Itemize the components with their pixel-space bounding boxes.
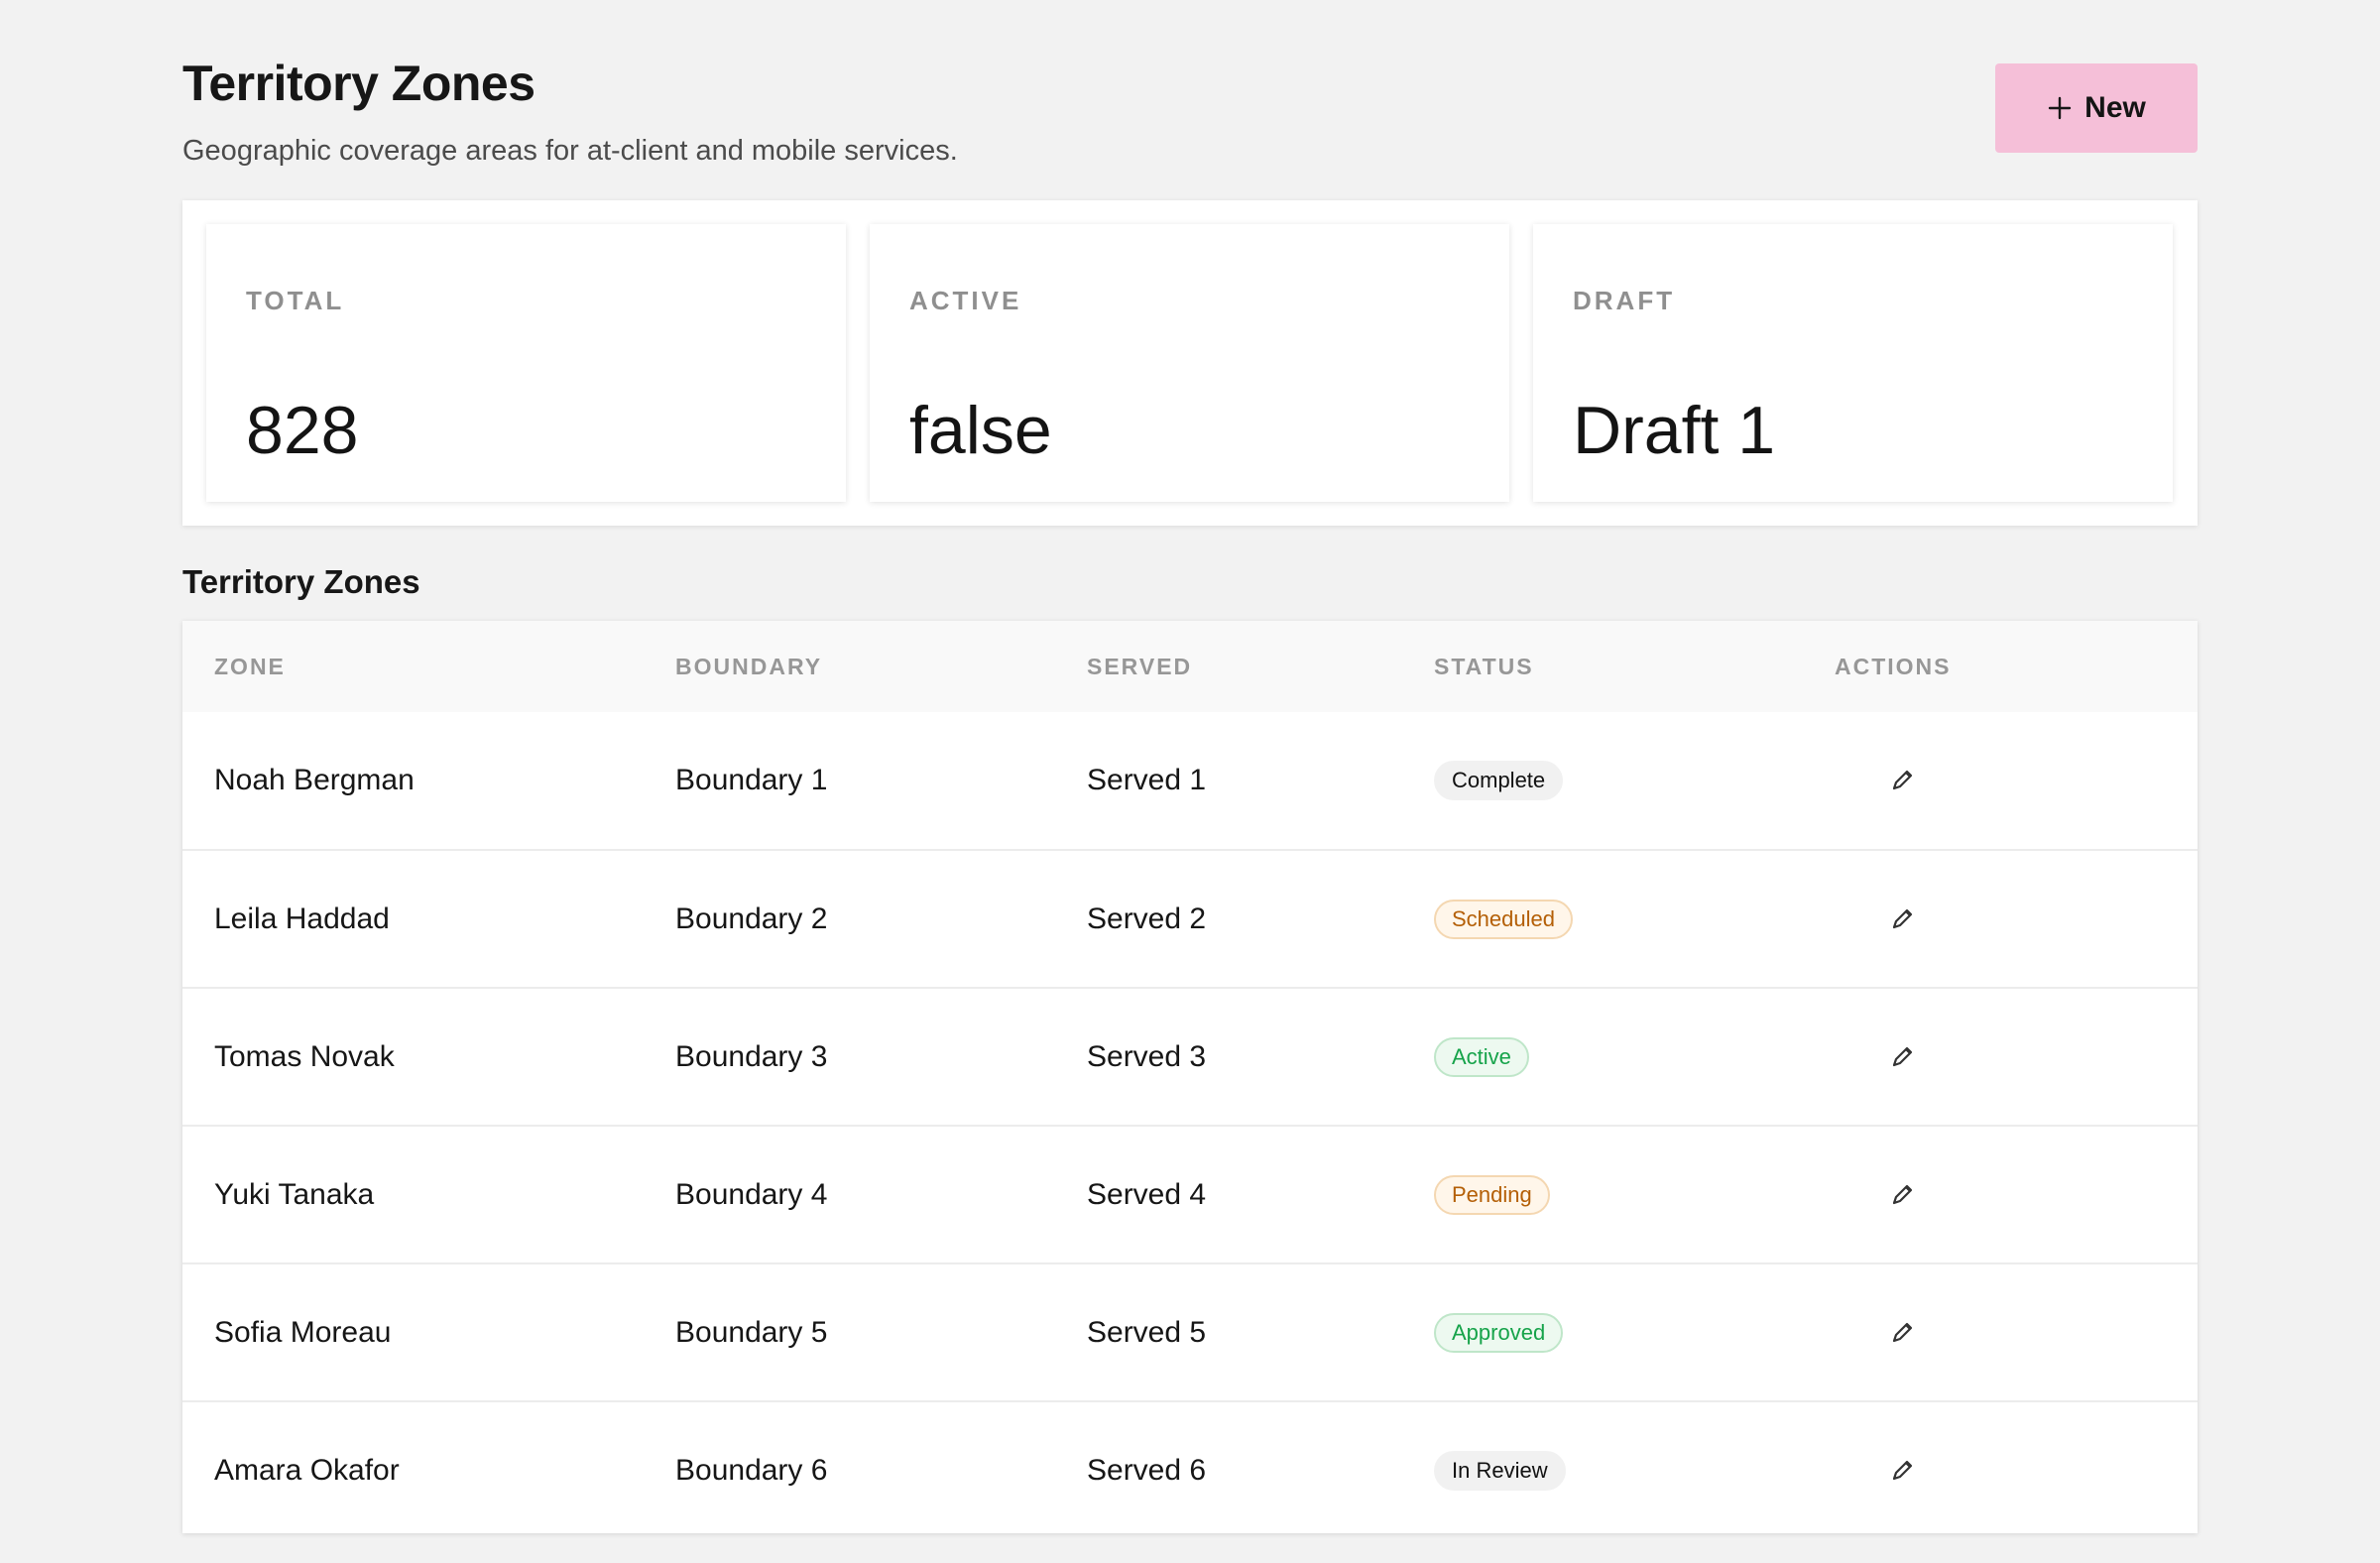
status-badge: In Review xyxy=(1434,1450,1566,1491)
table-section-title: Territory Zones xyxy=(182,563,420,600)
edit-button[interactable] xyxy=(1886,1179,1918,1211)
stat-card-active: ACTIVE false xyxy=(870,224,1509,502)
table-row: Leila Haddad Boundary 2 Served 2 Schedul… xyxy=(182,849,2198,988)
served-cell: Served 2 xyxy=(1087,849,1434,988)
column-header-zone: ZONE xyxy=(182,621,675,712)
actions-cell xyxy=(1835,849,2198,988)
status-cell: Approved xyxy=(1434,1262,1835,1401)
actions-wrap xyxy=(1835,903,2198,935)
boundary-cell: Boundary 3 xyxy=(675,987,1087,1126)
served-cell: Served 3 xyxy=(1087,987,1434,1126)
table-header-row: ZONE BOUNDARY SERVED STATUS ACTIONS xyxy=(182,621,2198,712)
edit-button[interactable] xyxy=(1886,1455,1918,1487)
pencil-icon xyxy=(1892,1322,1913,1342)
actions-wrap xyxy=(1835,1041,2198,1073)
status-badge: Approved xyxy=(1434,1312,1564,1353)
served-cell: Served 4 xyxy=(1087,1125,1434,1263)
pencil-icon xyxy=(1892,908,1913,928)
actions-cell xyxy=(1835,1262,2198,1401)
status-cell: Pending xyxy=(1434,1125,1835,1263)
new-button-label: New xyxy=(2084,91,2146,124)
page-title: Territory Zones xyxy=(182,56,536,111)
stat-value-total: 828 xyxy=(246,393,359,468)
table-row: Noah Bergman Boundary 1 Served 1 Complet… xyxy=(182,712,2198,850)
stat-label-total: TOTAL xyxy=(246,286,345,315)
stat-card-total: TOTAL 828 xyxy=(206,224,846,502)
served-cell: Served 5 xyxy=(1087,1262,1434,1401)
status-cell: Complete xyxy=(1434,712,1835,850)
actions-cell xyxy=(1835,1400,2198,1533)
actions-cell xyxy=(1835,987,2198,1126)
status-cell: In Review xyxy=(1434,1400,1835,1533)
actions-cell xyxy=(1835,712,2198,850)
actions-wrap xyxy=(1835,1455,2198,1487)
territory-zones-page: Territory Zones Geographic coverage area… xyxy=(0,0,2380,1563)
zone-cell: Yuki Tanaka xyxy=(182,1125,675,1263)
pencil-icon xyxy=(1892,1460,1913,1480)
zones-data-table: ZONE BOUNDARY SERVED STATUS ACTIONS Noah… xyxy=(182,621,2198,1533)
zone-cell: Noah Bergman xyxy=(214,764,415,796)
table-row: Yuki Tanaka Boundary 4 Served 4 Pending xyxy=(182,1125,2198,1263)
table-body: Noah Bergman Boundary 1 Served 1 Complet… xyxy=(182,712,2198,1533)
zone-cell: Amara Okafor xyxy=(182,1400,675,1533)
boundary-cell: Boundary 5 xyxy=(675,1262,1087,1401)
pencil-icon xyxy=(1892,770,1913,790)
pencil-icon xyxy=(1892,1046,1913,1066)
table-row: Amara Okafor Boundary 6 Served 6 In Revi… xyxy=(182,1400,2198,1533)
column-header-status: STATUS xyxy=(1434,621,1835,712)
status-cell: Active xyxy=(1434,987,1835,1126)
stat-value-draft: Draft 1 xyxy=(1573,393,1776,468)
stats-panel: TOTAL 828 ACTIVE false DRAFT Draft 1 xyxy=(182,200,2198,526)
table-row: Tomas Novak Boundary 3 Served 3 Active xyxy=(182,987,2198,1126)
status-badge: Scheduled xyxy=(1434,899,1573,939)
column-header-served: SERVED xyxy=(1087,621,1434,712)
boundary-cell: Boundary 6 xyxy=(675,1400,1087,1533)
stat-label-draft: DRAFT xyxy=(1573,286,1676,315)
actions-wrap xyxy=(1835,1317,2198,1349)
edit-button[interactable] xyxy=(1886,1317,1918,1349)
table-header: ZONE BOUNDARY SERVED STATUS ACTIONS xyxy=(182,621,2198,712)
edit-button[interactable] xyxy=(1886,765,1918,796)
column-header-actions: ACTIONS xyxy=(1835,621,2198,712)
stat-value-active: false xyxy=(909,393,1052,468)
edit-button[interactable] xyxy=(1886,903,1918,935)
actions-wrap xyxy=(1835,765,2198,796)
new-button[interactable]: New xyxy=(1995,63,2198,153)
territory-zones-table: ZONE BOUNDARY SERVED STATUS ACTIONS Noah… xyxy=(182,621,2198,1533)
table-row: Sofia Moreau Boundary 5 Served 5 Approve… xyxy=(182,1262,2198,1401)
status-badge: Active xyxy=(1434,1036,1529,1077)
pencil-icon xyxy=(1892,1184,1913,1204)
served-cell: Served 1 xyxy=(1087,764,1207,796)
plus-icon xyxy=(2047,95,2073,121)
status-badge: Pending xyxy=(1434,1174,1550,1215)
zone-cell: Sofia Moreau xyxy=(182,1262,675,1401)
served-cell: Served 6 xyxy=(1087,1400,1434,1533)
status-badge: Complete xyxy=(1434,761,1564,800)
page-header: Territory Zones Geographic coverage area… xyxy=(182,52,2198,171)
column-header-boundary: BOUNDARY xyxy=(675,621,1087,712)
stat-label-active: ACTIVE xyxy=(909,286,1022,315)
page-subtitle: Geographic coverage areas for at-client … xyxy=(182,135,958,167)
zone-cell: Tomas Novak xyxy=(182,987,675,1126)
boundary-cell: Boundary 1 xyxy=(675,764,828,796)
edit-button[interactable] xyxy=(1886,1041,1918,1073)
actions-wrap xyxy=(1835,1179,2198,1211)
boundary-cell: Boundary 4 xyxy=(675,1125,1087,1263)
zone-cell: Leila Haddad xyxy=(182,849,675,988)
stat-card-draft: DRAFT Draft 1 xyxy=(1533,224,2173,502)
status-cell: Scheduled xyxy=(1434,849,1835,988)
actions-cell xyxy=(1835,1125,2198,1263)
boundary-cell: Boundary 2 xyxy=(675,849,1087,988)
